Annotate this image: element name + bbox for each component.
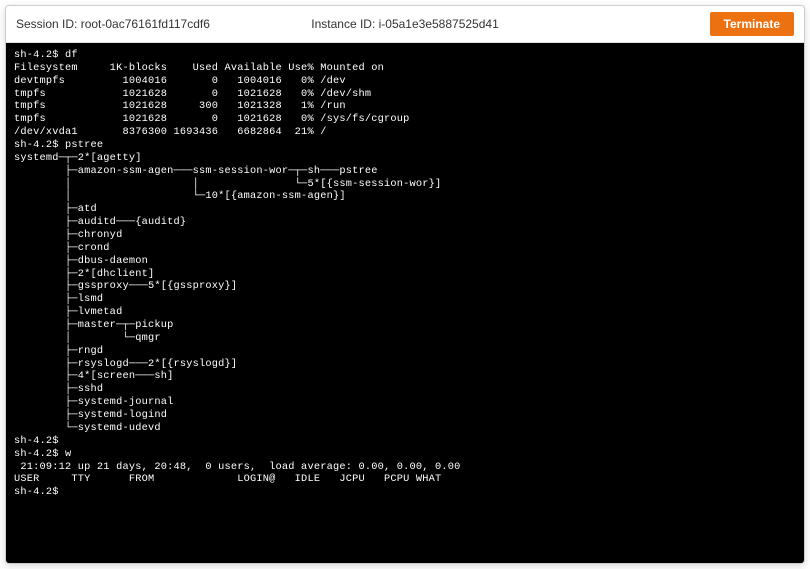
session-id-value: root-0ac76161fd117cdf6: [81, 17, 210, 31]
header-bar: Session ID: root-0ac76161fd117cdf6 Insta…: [6, 6, 804, 43]
terminal-output[interactable]: sh-4.2$ df Filesystem 1K-blocks Used Ava…: [6, 43, 804, 563]
session-prefix: Session ID:: [16, 17, 81, 31]
session-window: Session ID: root-0ac76161fd117cdf6 Insta…: [5, 5, 805, 564]
instance-id-label: Instance ID: i-05a1e3e5887525d41: [311, 17, 499, 31]
instance-id-value: i-05a1e3e5887525d41: [379, 17, 499, 31]
terminate-button[interactable]: Terminate: [710, 12, 794, 36]
instance-prefix: Instance ID:: [311, 17, 378, 31]
session-id-label: Session ID: root-0ac76161fd117cdf6: [16, 17, 210, 31]
